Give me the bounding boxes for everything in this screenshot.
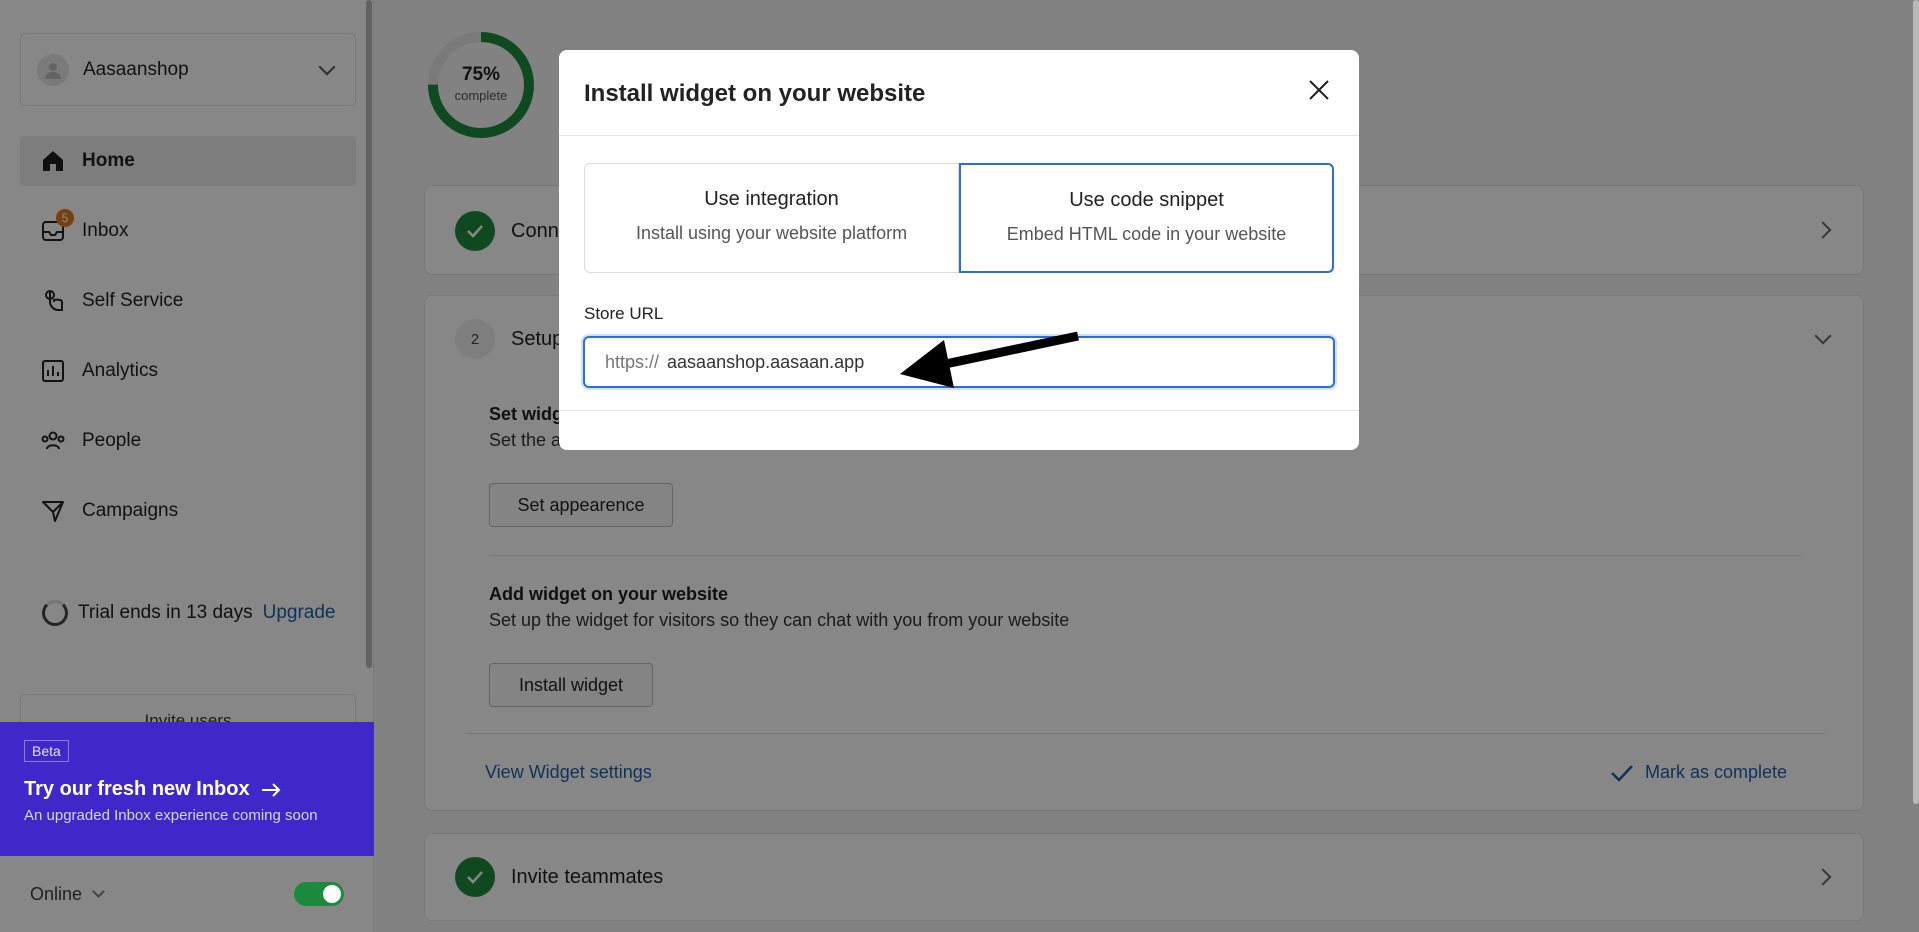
beta-tag: Beta [24, 740, 69, 762]
use-code-snippet-option[interactable]: Use code snippet Embed HTML code in your… [959, 163, 1334, 273]
beta-subtitle: An upgraded Inbox experience coming soon [24, 807, 318, 824]
main-scrollbar[interactable] [1913, 0, 1919, 804]
online-toggle[interactable] [294, 882, 344, 906]
beta-inbox-promo[interactable]: Beta Try our fresh new Inbox An upgraded… [0, 722, 374, 856]
store-url-value[interactable]: aasaanshop.aasaan.app [667, 352, 864, 373]
beta-title: Try our fresh new Inbox [24, 778, 350, 801]
status-label[interactable]: Online [30, 884, 82, 905]
store-url-label: Store URL [584, 304, 664, 323]
option-subtitle: Install using your website platform [635, 223, 908, 243]
option-title: Use integration [704, 188, 839, 210]
option-title: Use code snippet [1069, 189, 1224, 211]
chevron-down-icon[interactable] [92, 885, 105, 898]
toggle-knob [323, 885, 341, 903]
modal-divider [559, 410, 1359, 411]
option-subtitle: Embed HTML code in your website [1006, 224, 1287, 244]
status-row: Online [0, 856, 374, 932]
close-icon[interactable] [1304, 75, 1334, 105]
modal-divider [559, 135, 1359, 136]
beta-title-text: Try our fresh new Inbox [24, 778, 250, 800]
url-prefix: https:// [605, 351, 660, 372]
arrow-right-icon [261, 782, 281, 797]
annotation-arrow-icon [900, 331, 1079, 388]
use-integration-option[interactable]: Use integration Install using your websi… [584, 163, 959, 273]
modal-title: Install widget on your website [584, 80, 926, 107]
